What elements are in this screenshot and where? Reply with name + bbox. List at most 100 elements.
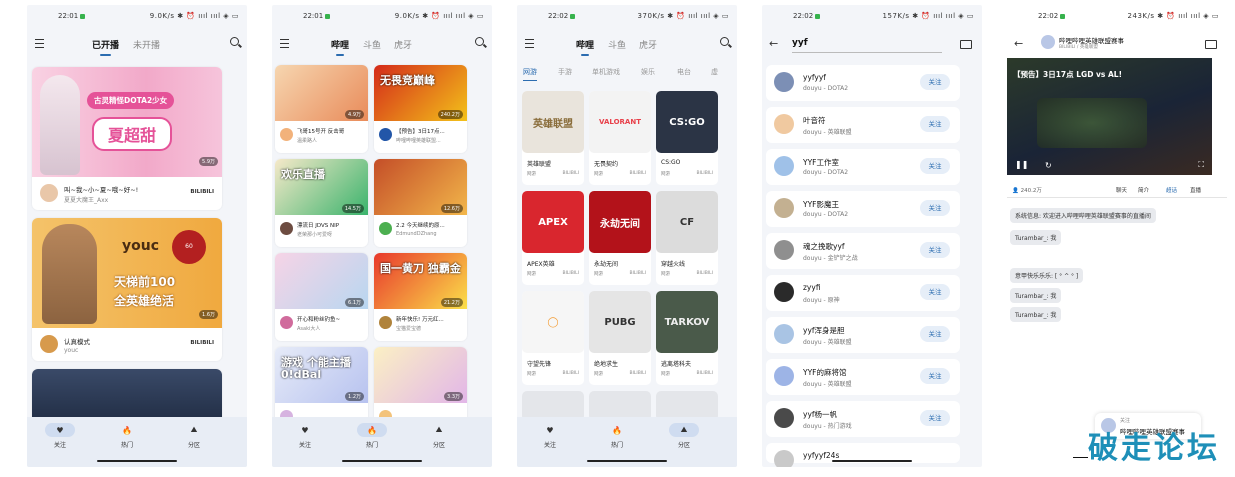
search-icon[interactable] [720,37,729,46]
category-tab-virtual[interactable]: 虚 [711,67,718,77]
game-type: 网游 [661,372,670,377]
category-tab-radio[interactable]: 电台 [677,67,691,77]
search-input[interactable]: yyf [792,38,942,53]
stream-card[interactable]: 古灵精怪DOTA2少女 夏超甜 5.9万 叫~我~小~夏~哦~好~! 夏夏大魔王… [32,67,222,210]
danmaku-icon[interactable] [1205,40,1217,49]
tab-live[interactable]: 直播 [1190,186,1201,194]
tab-intro[interactable]: 简介 [1138,186,1149,194]
search-result-item[interactable]: YYF影魔王 douyu - DOTA2 关注 [766,191,960,227]
game-category-card[interactable]: 英雄联盟 英雄联盟 网游 BILIBILI [522,91,584,185]
search-icon[interactable] [475,37,484,46]
follow-button[interactable]: 关注 [920,368,950,384]
streamer-category: douyu - 英雄联盟 [803,129,852,136]
follow-button[interactable]: 关注 [920,158,950,174]
back-arrow-icon[interactable]: ← [769,37,778,50]
stream-card[interactable]: 国一黄刀 独霸金 21.2万 新年快乐! 万元红... 宝猫爱宝德 [374,253,467,341]
search-icon[interactable] [230,37,239,46]
category-tab-single-player[interactable]: 单机游戏 [592,67,620,77]
tab-douyu[interactable]: 斗鱼 [363,38,381,51]
stream-card[interactable]: 欢乐直播 14.5万 漂流日 JDVS NIP 老荣那小可爱呀 [275,159,368,247]
stream-thumbnail: 古灵精怪DOTA2少女 夏超甜 5.9万 [32,67,222,177]
nav-following[interactable]: ♥ 关注 [280,423,330,450]
follow-button[interactable]: 关注 [920,410,950,426]
game-category-card[interactable]: ◯ 守望先锋 网游 BILIBILI [522,291,584,385]
fullscreen-icon[interactable]: ⛶ [1198,160,1204,170]
platform-label: BILIBILI [629,171,647,176]
search-result-item[interactable]: 叶音符 douyu - 英雄联盟 关注 [766,107,960,143]
search-result-item[interactable]: YYF工作室 douyu - DOTA2 关注 [766,149,960,185]
game-category-card[interactable]: CS:GO CS:GO 网游 BILIBILI [656,91,718,185]
search-result-item[interactable]: YYF的麻将馆 douyu - 英雄联盟 关注 [766,359,960,395]
tab-huya[interactable]: 虎牙 [394,38,412,51]
nav-popular[interactable]: 🔥 热门 [592,423,642,450]
game-category-card[interactable]: APEX APEX英雄 网游 BILIBILI [522,191,584,285]
back-arrow-icon[interactable]: ← [1014,37,1023,50]
stream-card[interactable]: 6.1万 开心和粉丝钓鱼~ Asaki大人 [275,253,368,341]
tab-offline[interactable]: 未开播 [133,38,160,51]
game-category-card[interactable]: TARKOV 逃离塔科夫 网游 BILIBILI [656,291,718,385]
tab-bilibili[interactable]: 哔哩 [331,38,349,56]
category-tab-online[interactable]: 网游 [523,67,537,81]
category-tab-mobile[interactable]: 手游 [558,67,572,77]
viewer-count: 12.6万 [440,204,463,213]
stream-thumbnail: 3.3万 [374,347,467,403]
stream-thumbnail: 6.1万 [275,253,368,309]
stream-card[interactable]: youc 60 天梯前100 全英雄绝活 1.6万 认真模式 youc BILI… [32,218,222,361]
nav-categories[interactable]: ⛰ 分区 [169,423,219,449]
avatar [280,222,293,235]
stream-card[interactable]: 3.3万 [374,347,467,427]
platform-label: BILIBILI [696,271,714,276]
search-result-item[interactable]: yyf浑身是胆 douyu - 英雄联盟 关注 [766,317,960,353]
follow-button[interactable]: 关注 [920,116,950,132]
tab-live[interactable]: 已开播 [92,38,119,56]
stream-card[interactable]: 无畏竞巅峰 240.2万 【预告】3日17点... 哔哩哔哩英雄联盟... [374,65,467,153]
menu-icon[interactable] [525,39,534,48]
avatar [40,184,58,202]
platform-label: BILIBILI [629,271,647,276]
search-result-item[interactable]: zyyfi douyu - 原神 关注 [766,275,960,311]
search-result-item[interactable]: yyfyyf douyu - DOTA2 关注 [766,65,960,101]
nav-following[interactable]: ♥ 关注 [35,423,85,449]
follow-button[interactable]: 关注 [920,326,950,342]
game-category-card[interactable]: PUBG 绝地求生 网游 BILIBILI [589,291,651,385]
menu-icon[interactable] [35,39,44,48]
search-result-item[interactable]: 魂之挽歌yyf douyu - 金铲铲之战 关注 [766,233,960,269]
follow-button[interactable]: 关注 [920,284,950,300]
tab-huya[interactable]: 虎牙 [639,38,657,51]
game-category-card[interactable]: CF 穿越火线 网游 BILIBILI [656,191,718,285]
follow-button[interactable]: 关注 [920,74,950,90]
stream-card[interactable]: 12.6万 2.2 今天继续的原... EdmundDZhang [374,159,467,247]
nav-popular[interactable]: 🔥 热门 [102,423,152,450]
nav-popular[interactable]: 🔥 热门 [347,423,397,449]
stream-card[interactable]: 4.9万 飞哥15号开 反击哥 温柔路人 [275,65,368,153]
pause-icon[interactable]: ❚❚ [1015,160,1028,169]
heart-icon: ♥ [45,423,75,437]
stream-thumbnail: 国一黄刀 独霸金 21.2万 [374,253,467,309]
tab-super-topic[interactable]: 超话 [1166,186,1177,194]
category-tab-entertainment[interactable]: 娱乐 [641,67,655,77]
follow-button[interactable]: 关注 [920,242,950,258]
nav-categories[interactable]: ⛰ 分区 [414,423,464,449]
game-logo: CF [656,191,718,253]
stream-card[interactable]: 游戏 个能主播 0!dBal 1.2万 [275,347,368,427]
live-tv-icon[interactable] [960,40,972,49]
game-category-card[interactable]: 永劫无间 永劫无间 网游 BILIBILI [589,191,651,285]
phone-screen-categories: 22:02 370K/s ✱ ⏰ ıııl ıııl ◈ ▭ 哔哩 斗鱼 虎牙 … [517,5,737,467]
refresh-icon[interactable]: ↻ [1045,161,1052,170]
video-player[interactable]: 【预告】3日17点 LGD vs AL! ❚❚ ↻ ⛶ [1007,58,1212,175]
tab-douyu[interactable]: 斗鱼 [608,38,626,51]
menu-icon[interactable] [280,39,289,48]
tab-bilibili[interactable]: 哔哩 [576,38,594,56]
streamer-category: douyu - DOTA2 [803,211,849,218]
follow-button[interactable]: 关注 [920,200,950,216]
tab-chat[interactable]: 聊天 [1116,186,1127,194]
streamer-name: yyfyyf24s [803,451,840,460]
game-logo: 永劫无间 [589,191,651,253]
nav-following[interactable]: ♥ 关注 [525,423,575,450]
nav-categories[interactable]: ⛰ 分区 [659,423,709,449]
streamer-name: YYF工作室 [803,158,839,167]
game-category-card[interactable]: VALORANT 无畏契约 网游 BILIBILI [589,91,651,185]
search-result-item[interactable]: yyf杨一帆 douyu - 热门游戏 关注 [766,401,960,437]
streamer-name: YYF影魔王 [803,200,839,209]
status-bar: 22:02 157K/s ✱ ⏰ ıııl ıııl ◈ ▭ [762,5,982,25]
